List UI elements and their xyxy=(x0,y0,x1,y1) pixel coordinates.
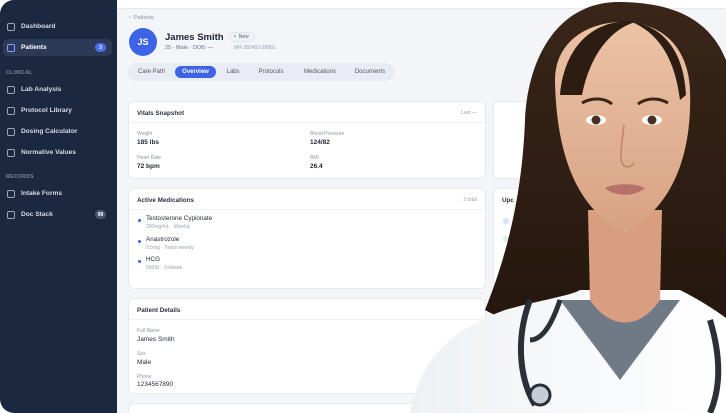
bp-value: 124/82 xyxy=(310,139,330,146)
chart-icon xyxy=(7,148,15,157)
hr-value: 72 bpm xyxy=(137,163,160,170)
tab-medications[interactable]: Medications xyxy=(296,66,344,78)
sidebar-item-intake-forms[interactable]: Intake Forms xyxy=(3,185,112,202)
flask-icon xyxy=(7,85,15,94)
sidebar-item-label: Lab Analysis xyxy=(21,86,62,93)
fullname-label: Full Name xyxy=(137,328,160,334)
hr-label: Heart Rate xyxy=(137,155,162,161)
tab-protocols[interactable]: Protocols xyxy=(250,66,292,78)
count-badge: 3 xyxy=(95,43,106,52)
tab-care-path[interactable]: Care Path xyxy=(133,66,170,78)
sidebar-item-dashboard[interactable]: Dashboard xyxy=(3,18,112,35)
sidebar-item-label: Normative Values xyxy=(21,149,76,156)
tab-overview[interactable]: Overview xyxy=(175,66,216,78)
card-title: Patient Details xyxy=(137,307,181,314)
count-badge: 99 xyxy=(95,210,106,219)
status-label: New xyxy=(238,34,249,40)
sidebar-item-lab-analysis[interactable]: Lab Analysis xyxy=(3,81,112,98)
sidebar-item-patients[interactable]: Patients 3 xyxy=(3,39,112,56)
card-title: Vitals Snapshot xyxy=(137,110,185,117)
tab-bar: Care Path Overview Labs Protocols Medica… xyxy=(128,63,395,81)
bullet-icon xyxy=(138,260,141,263)
bp-label: Blood Pressure xyxy=(310,131,345,137)
folder-icon xyxy=(7,210,15,219)
sidebar-item-label: Patients xyxy=(21,44,47,51)
sidebar-item-protocol-library[interactable]: Protocol Library xyxy=(3,102,112,119)
phone-value: 1234567890 xyxy=(137,381,174,388)
medication-name[interactable]: Anastrozole xyxy=(146,236,179,243)
fullname-value: James Smith xyxy=(137,336,175,343)
dot-icon: • xyxy=(234,34,236,40)
breadcrumb-link[interactable]: Patients xyxy=(134,15,154,21)
calculator-icon xyxy=(7,127,15,136)
patient-mrn: MR-382493-26891 xyxy=(234,45,276,51)
form-icon xyxy=(7,189,15,198)
sidebar-item-normative-values[interactable]: Normative Values xyxy=(3,144,112,161)
bullet-icon xyxy=(138,219,141,222)
medication-dose: 500IU · 3x/week xyxy=(146,265,183,271)
patient-meta: 25 · Male · DOB: — xyxy=(165,45,214,51)
phone-label: Phone xyxy=(137,374,152,380)
app-window: Dashboard Patients 3 CLINICAL Lab Analys… xyxy=(0,0,726,413)
sidebar-item-label: Intake Forms xyxy=(21,190,63,197)
sex-label: Sex xyxy=(137,351,146,357)
section-label-records: RECORDS xyxy=(6,174,34,180)
medication-dose: 0.5mg · Twice weekly xyxy=(146,245,194,251)
status-badge: • New xyxy=(228,32,255,42)
sidebar-item-label: Dashboard xyxy=(21,23,56,30)
sidebar-item-label: Dosing Calculator xyxy=(21,128,78,135)
sidebar-item-label: Protocol Library xyxy=(21,107,72,114)
medication-name[interactable]: HCG xyxy=(146,256,160,263)
sidebar-item-label: Doc Stack xyxy=(21,211,53,218)
medication-name[interactable]: Testosterone Cypionate xyxy=(146,215,212,222)
sidebar: Dashboard Patients 3 CLINICAL Lab Analys… xyxy=(0,0,117,413)
bullet-icon xyxy=(138,240,141,243)
doctor-photo xyxy=(410,1,726,413)
book-icon xyxy=(7,106,15,115)
section-label-clinical: CLINICAL xyxy=(6,70,33,76)
bmi-value: 26.4 xyxy=(310,163,323,170)
sex-value: Male xyxy=(137,359,152,366)
grid-icon xyxy=(7,22,15,31)
tab-documents[interactable]: Documents xyxy=(348,66,392,78)
sidebar-item-dosing-calculator[interactable]: Dosing Calculator xyxy=(3,123,112,140)
weight-label: Weight xyxy=(137,131,153,137)
medication-dose: 200mg/mL · Weekly xyxy=(146,224,191,230)
breadcrumb[interactable]: ‹ Patients xyxy=(129,15,154,21)
patient-name: James Smith xyxy=(165,32,224,43)
tab-labs[interactable]: Labs xyxy=(220,66,246,78)
avatar: JS xyxy=(129,28,157,56)
card-title: Active Medications xyxy=(137,197,195,204)
users-icon xyxy=(7,43,15,52)
bmi-label: BMI xyxy=(310,155,319,161)
sidebar-item-doc-stack[interactable]: Doc Stack 99 xyxy=(3,206,112,223)
weight-value: 185 lbs xyxy=(137,139,160,146)
